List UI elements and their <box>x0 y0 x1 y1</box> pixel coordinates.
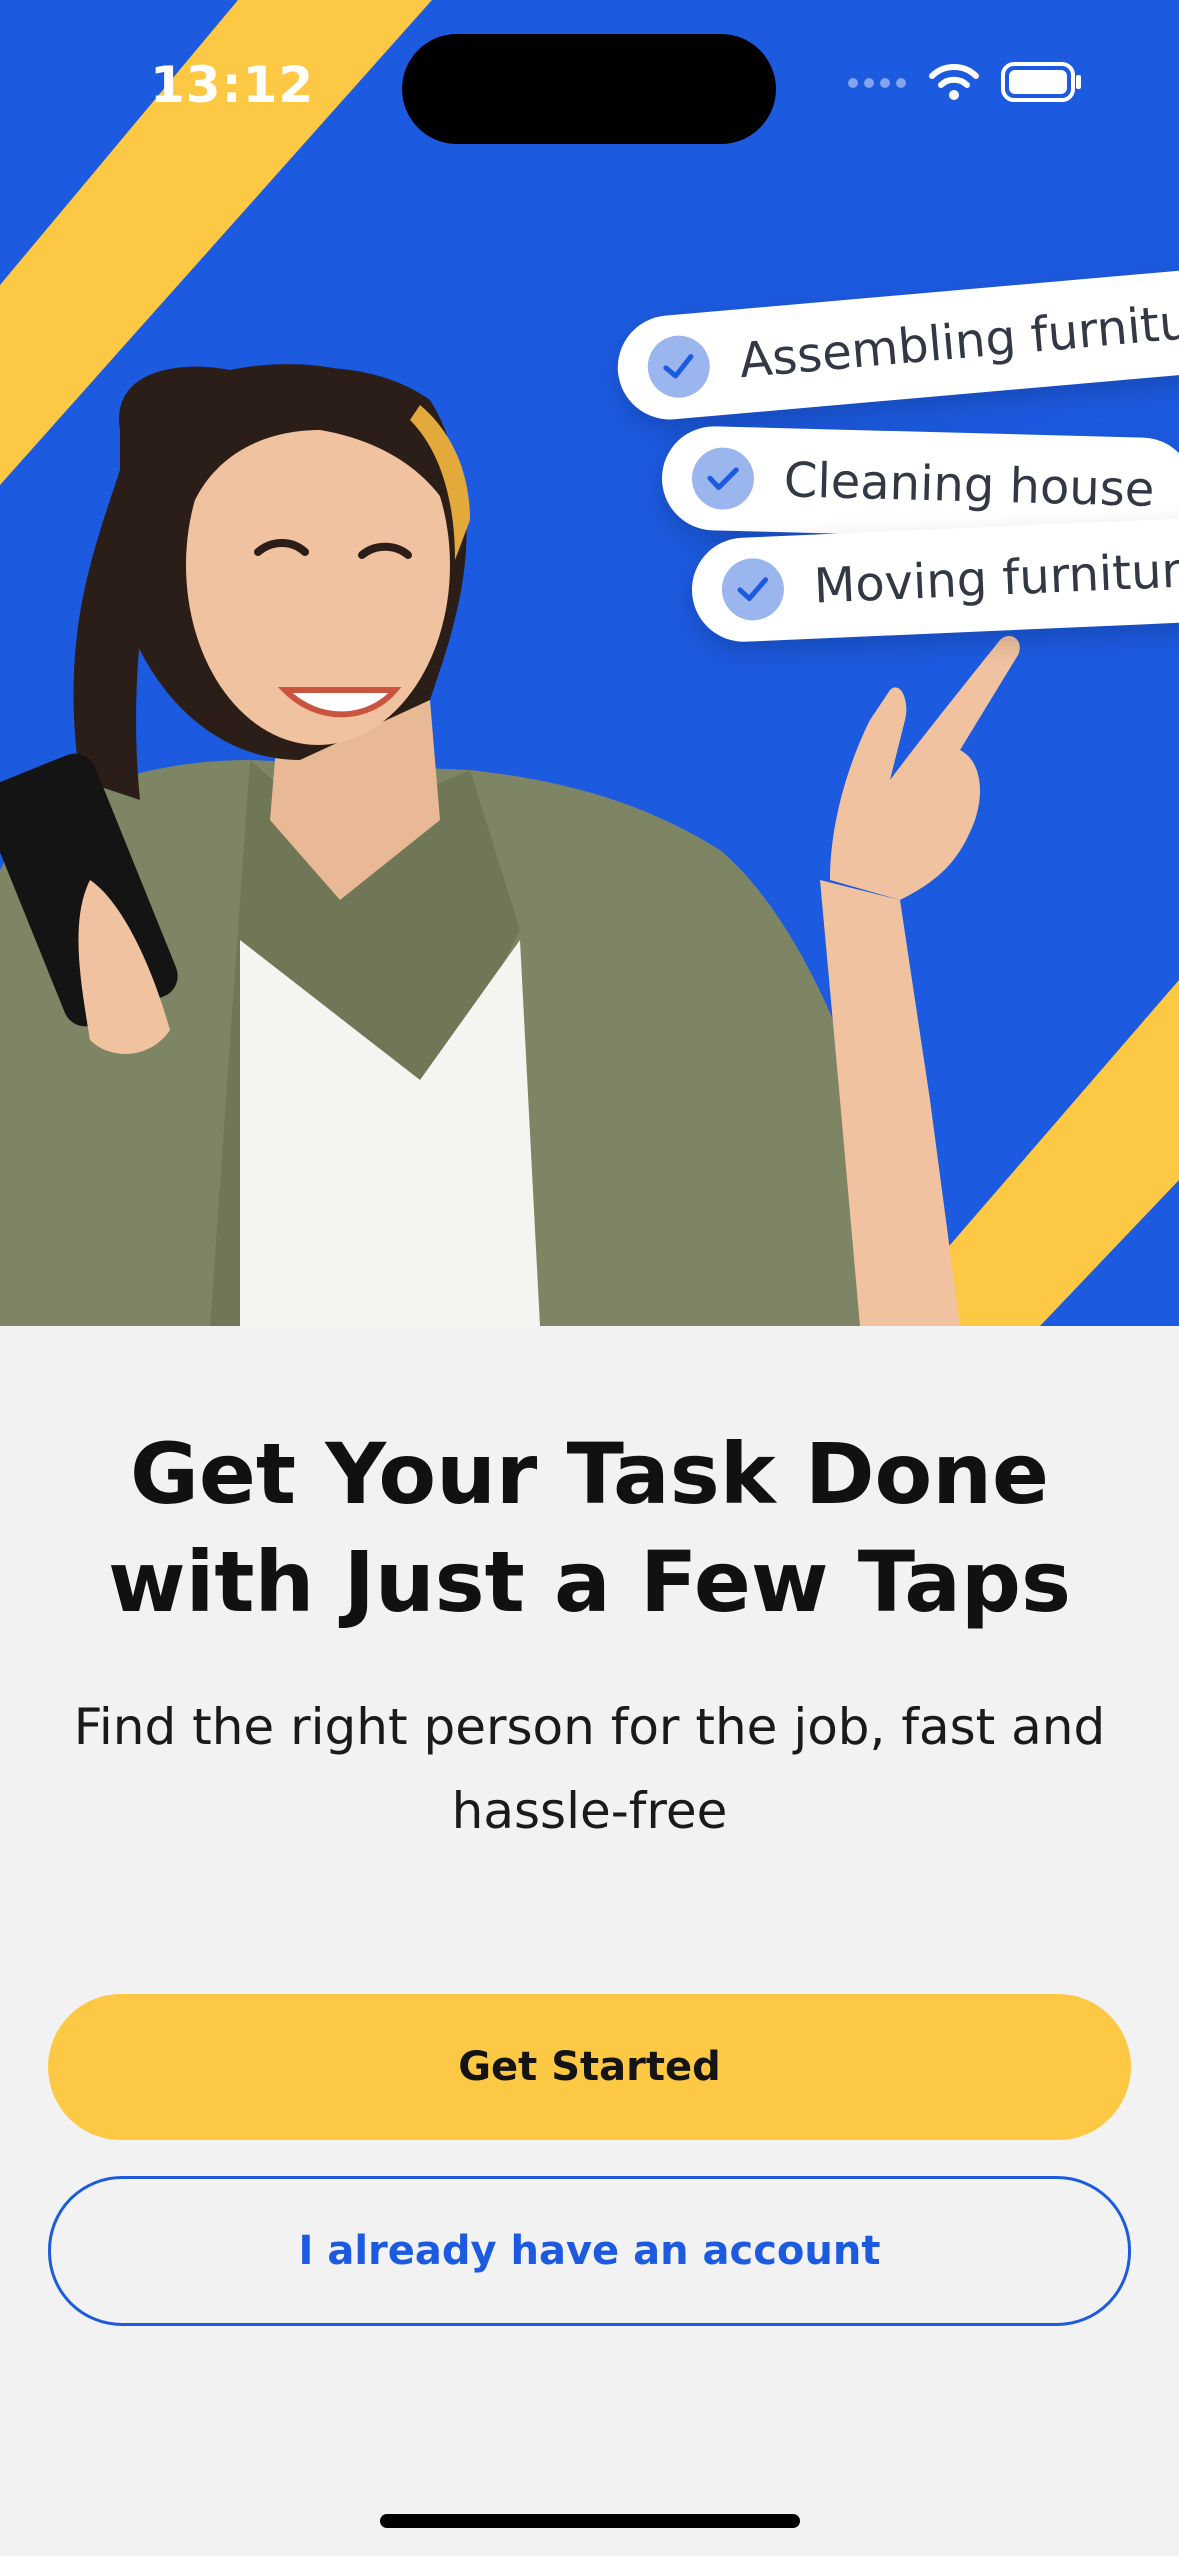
cellular-signal-icon <box>847 75 907 94</box>
status-icons <box>847 62 1083 106</box>
onboarding-subtitle: Find the right person for the job, fast … <box>73 1698 1106 1840</box>
hero-banner: 13:12 Assembling furniture Cleaning hous… <box>0 0 1179 1326</box>
battery-icon <box>1001 62 1083 106</box>
hero-illustration <box>0 0 1179 1326</box>
task-label: Moving furniture <box>812 541 1179 615</box>
onboarding-screen: 13:12 Assembling furniture Cleaning hous… <box>0 0 1179 2556</box>
home-indicator[interactable] <box>380 2514 800 2528</box>
task-label: Cleaning house <box>783 452 1156 518</box>
check-icon <box>691 446 755 511</box>
check-icon <box>645 333 713 401</box>
wifi-icon <box>929 62 979 106</box>
onboarding-title: Get Your Task Done with Just a Few Taps <box>107 1425 1072 1631</box>
check-icon <box>720 557 786 622</box>
dynamic-island <box>402 34 776 144</box>
existing-account-button[interactable]: I already have an account <box>48 2176 1131 2326</box>
status-time: 13:12 <box>150 56 315 114</box>
get-started-button[interactable]: Get Started <box>48 1994 1131 2140</box>
